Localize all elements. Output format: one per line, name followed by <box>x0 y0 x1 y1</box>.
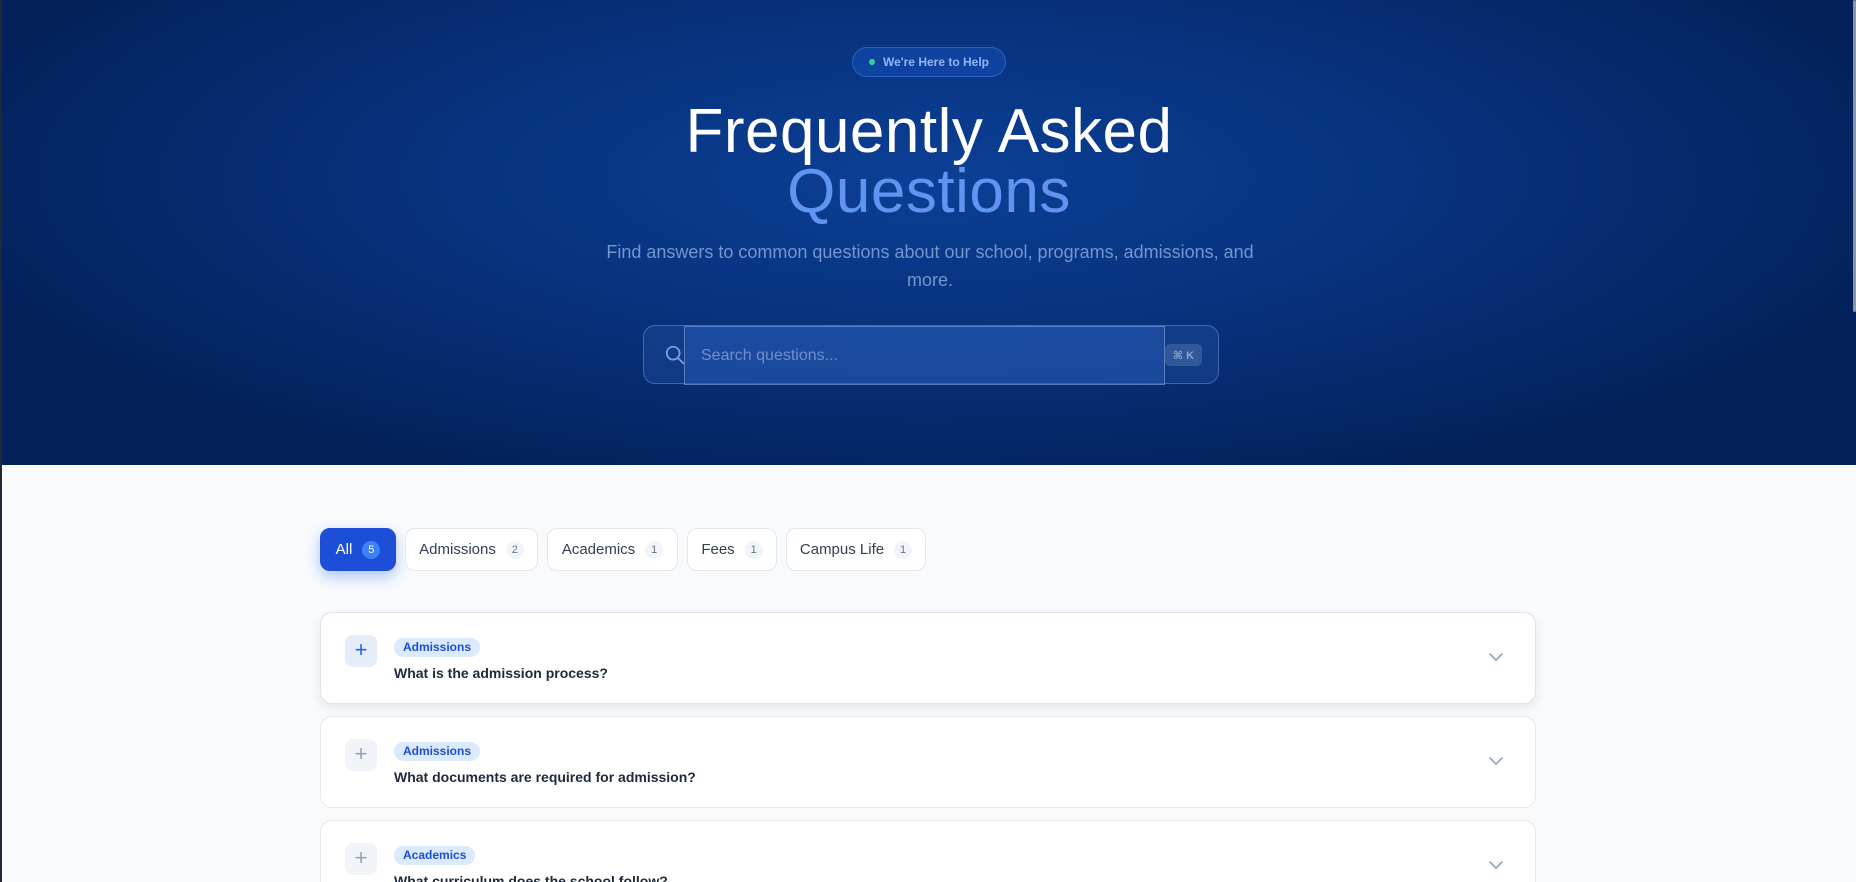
keyboard-shortcut-hint: ⌘ K <box>1165 344 1202 366</box>
status-dot-icon <box>869 59 875 65</box>
faq-question[interactable]: What curriculum does the school follow? <box>394 873 668 882</box>
category-badge: Academics <box>394 846 476 865</box>
tab-fees[interactable]: Fees 1 <box>687 528 777 571</box>
search-input[interactable] <box>684 326 1165 385</box>
category-badge: Admissions <box>394 638 481 657</box>
window-edge <box>0 0 2 882</box>
plus-icon[interactable]: + <box>345 635 377 667</box>
plus-icon[interactable]: + <box>345 739 377 771</box>
chevron-down-icon[interactable] <box>1487 755 1505 767</box>
faq-question[interactable]: What documents are required for admissio… <box>394 769 696 785</box>
hero-section: We're Here to Help Frequently Asked Ques… <box>2 0 1856 465</box>
tab-label: Campus Life <box>799 541 885 558</box>
tab-count-badge: 5 <box>362 540 381 559</box>
tab-admissions[interactable]: Admissions 2 <box>405 528 538 571</box>
chevron-down-icon[interactable] <box>1487 859 1505 871</box>
chevron-down-icon[interactable] <box>1487 651 1505 663</box>
faq-question[interactable]: What is the admission process? <box>394 665 608 681</box>
faq-item[interactable]: + Admissions What is the admission proce… <box>320 612 1536 704</box>
page-title-accent: Questions <box>787 157 1071 226</box>
tab-count-badge: 1 <box>894 540 913 559</box>
tab-label: Academics <box>561 541 636 558</box>
faq-item[interactable]: + Admissions What documents are required… <box>320 716 1536 808</box>
tab-label: Admissions <box>419 541 496 558</box>
tab-academics[interactable]: Academics 1 <box>547 528 678 571</box>
tab-all[interactable]: All 5 <box>320 528 396 571</box>
tab-label: Fees <box>701 541 735 558</box>
page-subtitle: Find answers to common questions about o… <box>606 242 1254 290</box>
help-badge-label: We're Here to Help <box>883 55 989 69</box>
faq-item[interactable]: + Academics What curriculum does the sch… <box>320 820 1536 882</box>
tab-campus-life[interactable]: Campus Life 1 <box>786 528 926 571</box>
plus-icon[interactable]: + <box>345 843 377 875</box>
tab-count-badge: 1 <box>744 540 763 559</box>
search-icon <box>665 345 685 365</box>
tab-label: All <box>335 541 353 558</box>
search-bar: ⌘ K <box>643 325 1219 385</box>
tab-count-badge: 2 <box>505 540 524 559</box>
category-badge: Admissions <box>394 742 481 761</box>
tab-count-badge: 1 <box>645 540 664 559</box>
help-badge: We're Here to Help <box>852 47 1006 77</box>
